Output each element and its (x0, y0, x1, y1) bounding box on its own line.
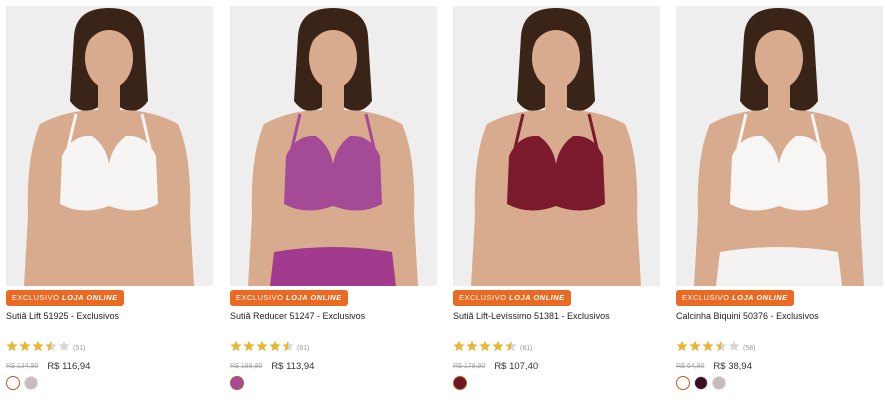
badge-online-store-text: LOJA ONLINE (509, 293, 565, 302)
product-rating: (81) (230, 339, 310, 357)
color-swatch[interactable] (6, 376, 20, 390)
product-name[interactable]: Sutiã Lift 51925 - Exclusivos (6, 311, 213, 321)
product-card[interactable]: EXCLUSIVO LOJA ONLINE Calcinha Biquini 5… (676, 0, 883, 400)
rating-stars (676, 339, 741, 357)
original-price: R$ 179,90 (453, 362, 486, 370)
product-image[interactable] (676, 6, 883, 286)
product-rating: (58) (676, 339, 756, 357)
star-empty-icon (728, 340, 740, 352)
star-icon (256, 340, 268, 352)
exclusive-online-badge: EXCLUSIVO LOJA ONLINE (676, 290, 794, 306)
product-name[interactable]: Calcinha Biquini 50376 - Exclusivos (676, 311, 883, 321)
color-swatch[interactable] (453, 376, 467, 390)
sale-price: R$ 113,94 (271, 360, 315, 372)
review-count: (81) (520, 344, 533, 352)
product-card[interactable]: EXCLUSIVO LOJA ONLINE Sutiã Lift 51925 -… (6, 0, 213, 400)
star-half-icon (505, 340, 517, 352)
color-swatches (6, 376, 42, 390)
badge-exclusive-text: EXCLUSIVO (236, 293, 284, 302)
rating-stars (230, 339, 295, 357)
star-icon (453, 340, 465, 352)
star-icon (479, 340, 491, 352)
star-icon (32, 340, 44, 352)
star-half-icon (282, 340, 294, 352)
product-card[interactable]: EXCLUSIVO LOJA ONLINE Sutiã Reducer 5124… (230, 0, 437, 400)
star-icon (492, 340, 504, 352)
star-half-icon (715, 340, 727, 352)
badge-exclusive-text: EXCLUSIVO (459, 293, 507, 302)
rating-stars (453, 339, 518, 357)
star-icon (702, 340, 714, 352)
price-block: R$ 189,90 R$ 113,94 (230, 360, 314, 372)
price-block: R$ 179,90 R$ 107,40 (453, 360, 538, 372)
product-name[interactable]: Sutiã Reducer 51247 - Exclusivos (230, 311, 437, 321)
exclusive-online-badge: EXCLUSIVO LOJA ONLINE (453, 290, 571, 306)
star-icon (19, 340, 31, 352)
model-photo (230, 6, 437, 286)
product-rating: (81) (453, 339, 533, 357)
review-count: (58) (743, 344, 756, 352)
product-card[interactable]: EXCLUSIVO LOJA ONLINE Sutiã Lift-Levíssi… (453, 0, 660, 400)
review-count: (51) (73, 344, 86, 352)
exclusive-online-badge: EXCLUSIVO LOJA ONLINE (230, 290, 348, 306)
star-icon (466, 340, 478, 352)
badge-online-store-text: LOJA ONLINE (286, 293, 342, 302)
product-name[interactable]: Sutiã Lift-Levíssimo 51381 - Exclusivos (453, 311, 660, 321)
color-swatches (230, 376, 248, 390)
model-photo (6, 6, 213, 286)
review-count: (81) (297, 344, 310, 352)
rating-stars (6, 339, 71, 357)
star-icon (689, 340, 701, 352)
color-swatch[interactable] (24, 376, 38, 390)
star-empty-icon (58, 340, 70, 352)
color-swatch[interactable] (694, 376, 708, 390)
product-image[interactable] (230, 6, 437, 286)
model-photo (453, 6, 660, 286)
product-image[interactable] (6, 6, 213, 286)
color-swatches (453, 376, 471, 390)
star-icon (230, 340, 242, 352)
sale-price: R$ 38,94 (713, 360, 752, 372)
sale-price: R$ 107,40 (494, 360, 539, 372)
original-price: R$ 134,90 (6, 362, 39, 370)
badge-online-store-text: LOJA ONLINE (62, 293, 118, 302)
original-price: R$ 189,90 (230, 362, 263, 370)
star-icon (243, 340, 255, 352)
price-block: R$ 64,90 R$ 38,94 (676, 360, 752, 372)
badge-online-store-text: LOJA ONLINE (732, 293, 788, 302)
color-swatch[interactable] (712, 376, 726, 390)
color-swatches (676, 376, 730, 390)
product-image[interactable] (453, 6, 660, 286)
star-icon (269, 340, 281, 352)
star-half-icon (45, 340, 57, 352)
star-icon (6, 340, 18, 352)
color-swatch[interactable] (230, 376, 244, 390)
product-rating: (51) (6, 339, 86, 357)
exclusive-online-badge: EXCLUSIVO LOJA ONLINE (6, 290, 124, 306)
original-price: R$ 64,90 (676, 362, 705, 370)
price-block: R$ 134,90 R$ 116,94 (6, 360, 90, 372)
star-icon (676, 340, 688, 352)
badge-exclusive-text: EXCLUSIVO (12, 293, 60, 302)
sale-price: R$ 116,94 (47, 360, 91, 372)
color-swatch[interactable] (676, 376, 690, 390)
badge-exclusive-text: EXCLUSIVO (682, 293, 730, 302)
model-photo (676, 6, 883, 286)
